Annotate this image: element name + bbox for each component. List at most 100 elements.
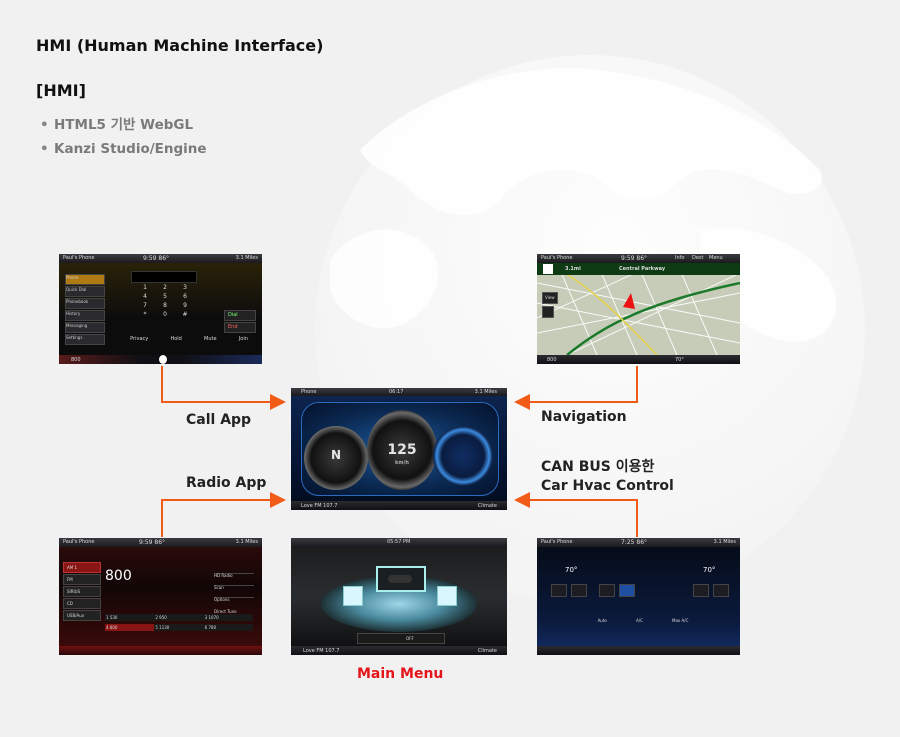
preset-button[interactable]: 6 780	[203, 624, 253, 631]
presets: 1 530 2 950 3 1070 4 800 5 1130 6 780	[105, 614, 253, 631]
source-usb[interactable]: USB/Aux	[63, 610, 101, 621]
menu-messaging[interactable]: Messaging	[65, 322, 105, 333]
source-cd[interactable]: CD	[63, 598, 101, 609]
privacy-button[interactable]: Privacy	[130, 336, 148, 344]
menu-history[interactable]: History	[65, 310, 105, 321]
label-radio-app: Radio App	[186, 475, 267, 491]
status-time: 06:17	[389, 389, 404, 395]
frequency-display: 800	[105, 568, 132, 584]
dial-display	[131, 271, 197, 283]
key[interactable]: #	[175, 311, 195, 318]
label-main-menu: Main Menu	[357, 666, 444, 682]
menu-quick-dial[interactable]: Quick Dial	[65, 286, 105, 297]
bullet-list: • HTML5 기반 WebGL • Kanzi Studio/Engine	[40, 116, 207, 164]
speed-unit: km/h	[395, 460, 409, 466]
preset-button[interactable]: 5 1130	[154, 624, 204, 631]
defrost-button[interactable]	[571, 584, 587, 597]
call-actions: Privacy Hold Mute Join	[119, 336, 259, 344]
hold-button[interactable]: Hold	[170, 336, 181, 344]
menu-settings[interactable]: Settings	[65, 334, 105, 345]
turn-arrow-icon	[543, 264, 553, 274]
label-can-bus: CAN BUS 이용한	[541, 459, 655, 475]
preset-button[interactable]: 1 530	[105, 614, 155, 621]
speed-value: 125	[387, 442, 417, 458]
source-am[interactable]: AM 1	[63, 562, 101, 573]
section-title: [HMI]	[36, 81, 86, 100]
key[interactable]: 5	[155, 293, 175, 300]
keypad: 1 2 3 4 5 6 7 8 9 * 0 #	[135, 284, 195, 318]
auto-button[interactable]: Auto	[598, 618, 607, 628]
info-button[interactable]: Info	[675, 255, 684, 261]
phone-screen[interactable]: Paul's Phone 9:59 86° 3.1 Miles Phone Qu…	[59, 254, 262, 364]
key[interactable]: 6	[175, 293, 195, 300]
navigation-screen[interactable]: Paul's Phone 9:59 86° Info Dest Menu 3.1…	[537, 254, 740, 364]
status-name: Paul's Phone	[541, 255, 573, 261]
status-distance: 3.1 Miles	[235, 255, 258, 261]
end-button[interactable]: End	[224, 322, 256, 333]
source-sirius[interactable]: SIRIUS	[63, 586, 101, 597]
carousel-card-left[interactable]	[343, 586, 363, 606]
status-name: Paul's Phone	[63, 539, 95, 545]
dual-button[interactable]	[693, 584, 709, 597]
dest-button[interactable]: Dest	[692, 255, 704, 261]
seat-cool-button[interactable]	[713, 584, 729, 597]
zoom-button[interactable]	[542, 306, 554, 318]
carousel-card-car[interactable]	[376, 566, 426, 592]
status-time: 7:25 86°	[621, 539, 648, 546]
key[interactable]: *	[135, 311, 155, 318]
mute-button[interactable]: Mute	[204, 336, 217, 344]
key[interactable]: 3	[175, 284, 195, 291]
menu-button[interactable]: Menu	[709, 255, 723, 261]
radio-screen[interactable]: Paul's Phone 9:59 86° 3.1 Miles AM 1 FM …	[59, 538, 262, 655]
dashboard-screen[interactable]: Phone 06:17 3.1 Miles N 125 km/h Love FM…	[291, 388, 507, 510]
fan-mode-button[interactable]	[619, 584, 635, 597]
status-time: 05:57 PM	[387, 539, 411, 545]
source-fm[interactable]: FM	[63, 574, 101, 585]
phone-icon[interactable]	[159, 355, 167, 364]
key[interactable]: 0	[155, 311, 175, 318]
view-button[interactable]: View	[542, 292, 558, 304]
bullet-item: • Kanzi Studio/Engine	[40, 141, 207, 157]
preset-button[interactable]: 2 950	[154, 614, 204, 621]
max-ac-button[interactable]: Max A/C	[672, 618, 688, 628]
menu-toolbar: OFF	[357, 633, 445, 644]
join-button[interactable]: Join	[239, 336, 248, 344]
radio-station: Love FM 107.7	[303, 648, 340, 654]
status-time: 9:59 86°	[143, 255, 170, 262]
car-icon	[388, 575, 412, 583]
label-hvac-control: Car Hvac Control	[541, 478, 674, 494]
key[interactable]: 8	[155, 302, 175, 309]
climate-screen[interactable]: Paul's Phone 7:25 86° 3.1 Miles 70° 70° …	[537, 538, 740, 655]
off-button[interactable]: OFF	[406, 636, 414, 641]
status-time: 9:59 86°	[139, 539, 166, 546]
status-right: 3.1 Miles	[474, 389, 497, 395]
ac-button[interactable]: A/C	[636, 618, 643, 628]
status-name: Paul's Phone	[63, 255, 95, 261]
menu-phonebook[interactable]: Phonebook	[65, 298, 105, 309]
climate-link[interactable]: Climate	[478, 648, 497, 654]
recirc-button[interactable]	[599, 584, 615, 597]
preset-button[interactable]: 3 1070	[203, 614, 253, 621]
rpm-gauge	[433, 426, 493, 486]
turn-distance: 3.1mi	[565, 266, 581, 272]
bullet-text: Kanzi Studio/Engine	[54, 141, 207, 157]
main-menu-screen[interactable]: 05:57 PM OFF Love FM 107.7 Climate	[291, 538, 507, 655]
key[interactable]: 2	[155, 284, 175, 291]
map-view[interactable]	[537, 262, 740, 356]
key[interactable]: 1	[135, 284, 155, 291]
status-distance: 3.1 Miles	[235, 539, 258, 545]
label-call-app: Call App	[186, 412, 252, 428]
key[interactable]: 7	[135, 302, 155, 309]
street-name: Central Parkway	[619, 266, 666, 272]
key[interactable]: 9	[175, 302, 195, 309]
label-navigation: Navigation	[541, 409, 627, 425]
climate-link[interactable]: Climate	[478, 503, 497, 509]
dial-button[interactable]: Dial	[224, 310, 256, 321]
map-roads	[537, 262, 740, 356]
menu-phone[interactable]: Phone	[65, 274, 105, 285]
seat-heat-button[interactable]	[551, 584, 567, 597]
preset-button[interactable]: 4 800	[105, 624, 155, 631]
carousel-card-right[interactable]	[437, 586, 457, 606]
key[interactable]: 4	[135, 293, 155, 300]
radio-station: Love FM 107.7	[301, 503, 338, 509]
